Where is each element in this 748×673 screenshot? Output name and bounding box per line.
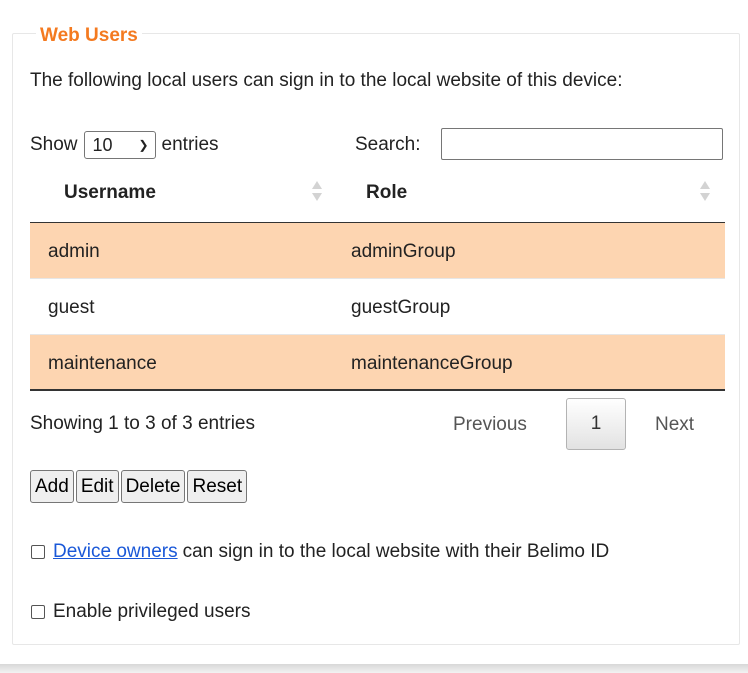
search-label: Search: [355, 134, 421, 155]
table-info: Showing 1 to 3 of 3 entries [30, 413, 255, 434]
action-buttons: Add Edit Delete Reset [30, 470, 248, 503]
reset-button[interactable]: Reset [187, 470, 248, 503]
username-cell: admin [48, 241, 100, 262]
entries-length-control: Show 10 ❯ entries [30, 131, 219, 159]
username-cell: maintenance [48, 353, 157, 374]
pagination-next[interactable]: Next [655, 414, 694, 436]
sort-username-icon[interactable] [312, 179, 322, 207]
column-header-role[interactable]: Role [366, 182, 407, 204]
privileged-users-text: Enable privileged users [53, 601, 251, 622]
role-cell: maintenanceGroup [351, 353, 513, 374]
device-owners-link[interactable]: Device owners [53, 541, 178, 563]
pagination-previous[interactable]: Previous [453, 414, 527, 436]
section-title: Web Users [36, 24, 142, 48]
users-table-body: admin adminGroup guest guestGroup mainte… [30, 223, 725, 391]
role-cell: adminGroup [351, 241, 456, 262]
add-button[interactable]: Add [30, 470, 74, 503]
intro-text: The following local users can sign in to… [30, 70, 623, 91]
device-owners-option: Device owners can sign in to the local w… [31, 541, 609, 563]
role-cell: guestGroup [351, 297, 451, 318]
device-owners-checkbox[interactable] [31, 545, 45, 559]
username-cell: guest [48, 297, 95, 318]
column-header-username[interactable]: Username [64, 182, 156, 204]
show-label: Show [30, 134, 78, 155]
entries-select[interactable]: 10 ❯ [83, 131, 156, 159]
table-row[interactable]: maintenance maintenanceGroup [30, 335, 725, 391]
privileged-users-option: Enable privileged users [31, 601, 251, 623]
bottom-divider [0, 664, 748, 673]
device-owners-text: can sign in to the local website with th… [182, 541, 610, 562]
sort-role-icon[interactable] [700, 179, 710, 207]
entries-select-value: 10 [92, 134, 113, 155]
delete-button[interactable]: Delete [120, 470, 186, 503]
table-row[interactable]: guest guestGroup [30, 279, 725, 335]
search-input[interactable] [441, 128, 723, 160]
entries-label: entries [161, 134, 219, 155]
table-header: Username Role [30, 170, 725, 224]
pagination-page-1[interactable]: 1 [566, 398, 626, 450]
table-row[interactable]: admin adminGroup [30, 223, 725, 279]
privileged-users-checkbox[interactable] [31, 605, 45, 619]
chevron-down-icon: ❯ [138, 138, 149, 152]
edit-button[interactable]: Edit [75, 470, 119, 503]
